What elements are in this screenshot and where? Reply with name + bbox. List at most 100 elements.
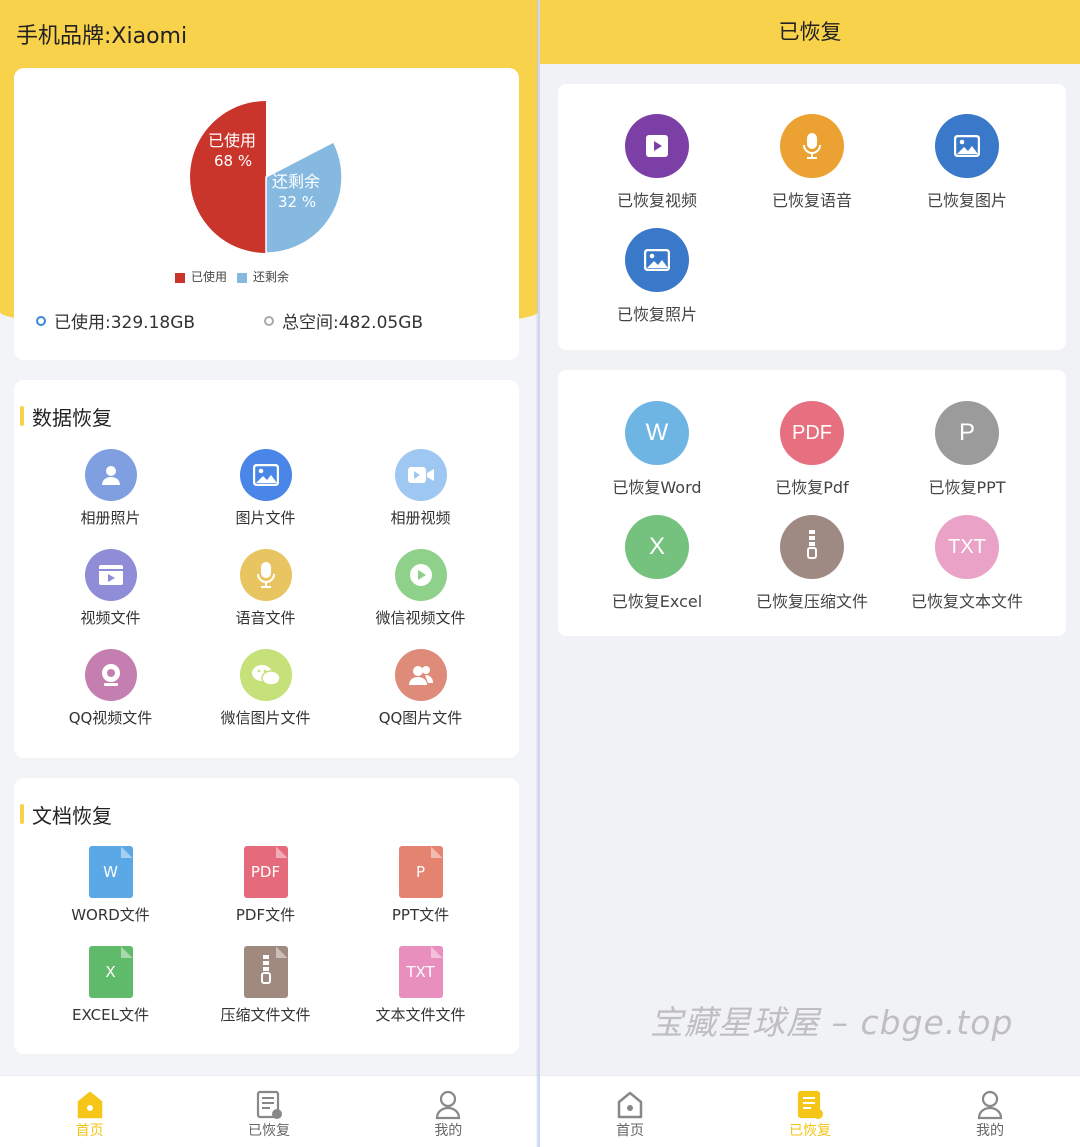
item-label: 已恢复语音 xyxy=(771,191,852,210)
person-photo-icon xyxy=(84,449,137,501)
txt-file-icon: TXT xyxy=(398,946,443,998)
pie-free-pct: 32 % xyxy=(278,193,316,211)
total-space-stat: 总空间:482.05GB xyxy=(264,308,423,333)
pie-used-pct: 68 % xyxy=(214,152,252,170)
zip-file-icon xyxy=(243,946,288,998)
used-space-stat: 已使用:329.18GB xyxy=(36,308,195,333)
doc-recovery-item[interactable]: 压缩文件文件 xyxy=(188,946,343,1025)
recovered-doc-item[interactable]: 已恢复压缩文件 xyxy=(727,515,897,612)
item-label: 已恢复Word xyxy=(612,478,702,497)
item-label: 压缩文件文件 xyxy=(220,1006,311,1024)
storage-pie-chart: 已使用 68 % 还剩余 32 % xyxy=(190,101,342,253)
doc-recovery-title: 文档恢复 xyxy=(20,800,112,829)
pie-legend: 已使用 还剩余 xyxy=(175,268,289,285)
item-label: QQ视频文件 xyxy=(68,709,153,727)
image-icon xyxy=(625,228,689,292)
item-label: 已恢复Pdf xyxy=(775,478,849,497)
total-dot-icon xyxy=(264,315,274,326)
nav-label: 首页 xyxy=(75,1123,104,1139)
home-screen: 手机品牌:Xiaomi 已使用 68 % 还剩余 32 % 已使用 还剩余 已使… xyxy=(0,0,538,1147)
image-icon xyxy=(935,114,999,178)
data-recovery-item[interactable]: 相册照片 xyxy=(33,449,188,528)
data-recovery-title: 数据恢复 xyxy=(20,402,112,431)
recovered-doc-item[interactable]: P 已恢复PPT xyxy=(882,401,1052,498)
nav-item[interactable]: 我的 xyxy=(900,1076,1080,1147)
doc-recovery-item[interactable]: P PPT文件 xyxy=(343,846,498,925)
webcam-icon xyxy=(84,649,137,701)
data-recovery-item[interactable]: 视频文件 xyxy=(33,549,188,628)
item-label: 已恢复视频 xyxy=(616,191,697,210)
item-label: QQ图片文件 xyxy=(378,709,463,727)
recovered-screen: 已恢复 已恢复视频 已恢复语音 已恢复图片已恢复照片 W 已恢复Word PDF 已恢复P… xyxy=(540,0,1080,1147)
nav-item[interactable]: 首页 xyxy=(0,1076,179,1147)
nav-label: 首页 xyxy=(616,1123,644,1139)
excel-file-icon: X xyxy=(88,946,133,998)
wechat-icon xyxy=(239,649,292,701)
recovered-media-item[interactable]: 已恢复视频 xyxy=(572,114,742,211)
doc-recovery-item[interactable]: TXT 文本文件文件 xyxy=(343,946,498,1025)
microphone-icon xyxy=(780,114,844,178)
item-label: 已恢复文本文件 xyxy=(910,592,1023,611)
phone-brand: 手机品牌:Xiaomi xyxy=(16,24,188,49)
word-icon: W xyxy=(625,401,689,465)
recovered-doc-item[interactable]: PDF 已恢复Pdf xyxy=(727,401,897,498)
recovered-icon xyxy=(179,1088,358,1120)
used-dot-icon xyxy=(36,315,46,326)
recovered-media-item[interactable]: 已恢复语音 xyxy=(727,114,897,211)
legend-used: 已使用 xyxy=(175,268,227,285)
data-recovery-item[interactable]: 相册视频 xyxy=(343,449,498,528)
excel-icon: X xyxy=(625,515,689,579)
data-recovery-item[interactable]: 图片文件 xyxy=(188,449,343,528)
image-icon xyxy=(239,449,292,501)
nav-item[interactable]: 已恢复 xyxy=(179,1076,358,1147)
doc-recovery-item[interactable]: X EXCEL文件 xyxy=(33,946,188,1025)
txt-icon: TXT xyxy=(935,515,999,579)
item-label: 文本文件文件 xyxy=(375,1006,466,1024)
recovered-media-item[interactable]: 已恢复图片 xyxy=(882,114,1052,211)
recovered-doc-item[interactable]: X 已恢复Excel xyxy=(572,515,742,612)
recovered-doc-item[interactable]: W 已恢复Word xyxy=(572,401,742,498)
page-title: 已恢复 xyxy=(540,0,1080,64)
bottom-nav: 首页 已恢复 我的 xyxy=(540,1075,1080,1147)
data-recovery-item[interactable]: 微信图片文件 xyxy=(188,649,343,728)
play-icon xyxy=(625,114,689,178)
item-label: WORD文件 xyxy=(71,906,150,924)
item-label: 语音文件 xyxy=(235,609,296,627)
nav-item[interactable]: 已恢复 xyxy=(720,1076,900,1147)
video-camera-icon xyxy=(394,449,447,501)
bottom-nav: 首页 已恢复 我的 xyxy=(0,1075,538,1147)
doc-recovery-item[interactable]: PDF PDF文件 xyxy=(188,846,343,925)
data-recovery-item[interactable]: 语音文件 xyxy=(188,549,343,628)
item-label: PDF文件 xyxy=(235,906,296,924)
nav-label: 已恢复 xyxy=(247,1123,290,1139)
item-label: 已恢复图片 xyxy=(926,191,1007,210)
recovered-icon xyxy=(720,1088,900,1120)
recovered-media-item[interactable]: 已恢复照片 xyxy=(572,228,742,325)
item-label: 相册照片 xyxy=(80,509,141,527)
pie-free-label: 还剩余 xyxy=(272,172,320,191)
home-icon xyxy=(0,1088,179,1120)
nav-item[interactable]: 首页 xyxy=(540,1076,720,1147)
data-recovery-item[interactable]: 微信视频文件 xyxy=(343,549,498,628)
item-label: 已恢复照片 xyxy=(616,305,697,324)
ppt-icon: P xyxy=(935,401,999,465)
word-file-icon: W xyxy=(88,846,133,898)
doc-recovery-item[interactable]: W WORD文件 xyxy=(33,846,188,925)
item-label: 微信视频文件 xyxy=(375,609,466,627)
item-label: EXCEL文件 xyxy=(72,1006,149,1024)
film-icon xyxy=(84,549,137,601)
play-icon xyxy=(394,549,447,601)
item-label: 图片文件 xyxy=(235,509,296,527)
watermark: 宝藏星球屋 – cbge.top xyxy=(650,1003,1014,1042)
recovered-doc-item[interactable]: TXT 已恢复文本文件 xyxy=(882,515,1052,612)
nav-label: 我的 xyxy=(434,1123,463,1139)
pie-used-label: 已使用 xyxy=(208,131,256,150)
home-icon xyxy=(540,1088,720,1120)
data-recovery-item[interactable]: QQ图片文件 xyxy=(343,649,498,728)
users-icon xyxy=(394,649,447,701)
zip-icon xyxy=(780,515,844,579)
data-recovery-item[interactable]: QQ视频文件 xyxy=(33,649,188,728)
nav-item[interactable]: 我的 xyxy=(359,1076,538,1147)
item-label: 相册视频 xyxy=(390,509,451,527)
item-label: 已恢复压缩文件 xyxy=(755,592,868,611)
